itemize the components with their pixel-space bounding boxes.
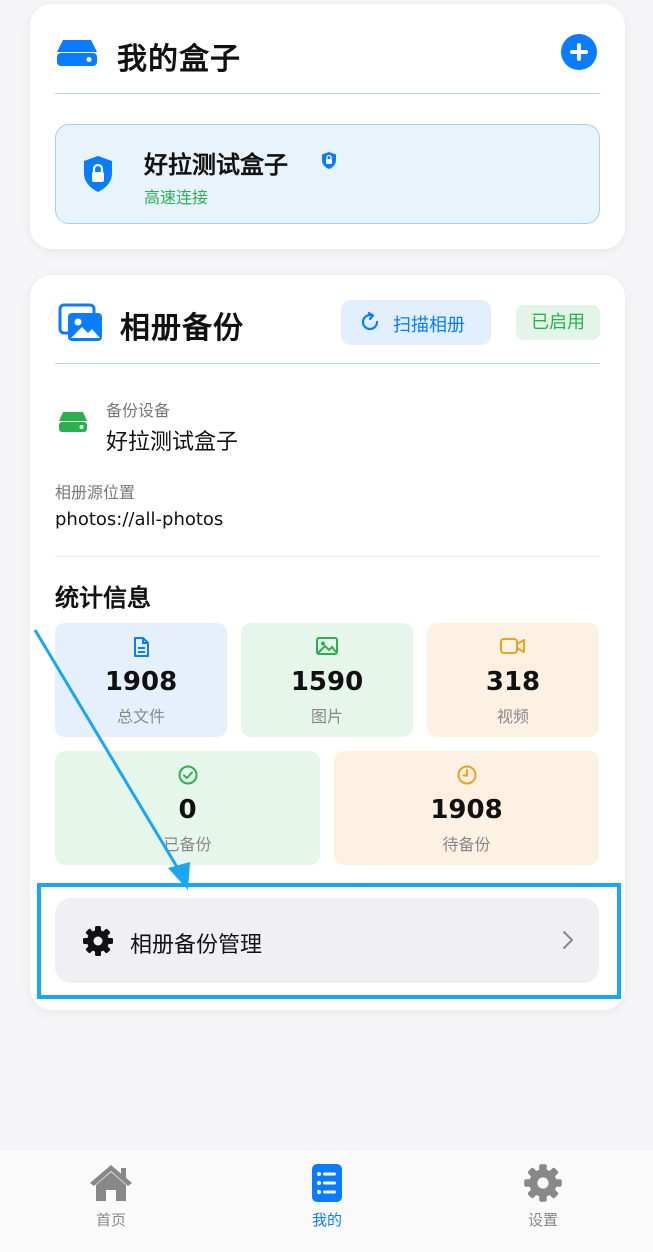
- stat-backed-up-value: 0: [178, 795, 197, 825]
- stat-total-value: 1908: [104, 667, 178, 697]
- tab-mine[interactable]: 我的: [282, 1163, 372, 1230]
- stat-pending-value: 1908: [430, 795, 503, 825]
- my-boxes-title: 我的盒子: [117, 42, 241, 77]
- settings-gear-icon: [524, 1164, 562, 1202]
- list-icon: [312, 1164, 342, 1202]
- device-name: 好拉测试盒子: [144, 151, 288, 179]
- my-boxes-card: 我的盒子 好拉测试盒子 高速连接: [30, 4, 625, 249]
- album-source-value: photos://all-photos: [55, 509, 224, 530]
- tab-mine-label: 我的: [311, 1211, 342, 1229]
- stat-backed-up-label: 已备份: [163, 835, 212, 854]
- album-backup-manage-button[interactable]: 相册备份管理: [55, 898, 599, 983]
- my-boxes-header: 我的盒子: [55, 4, 600, 94]
- tab-home-label: 首页: [95, 1211, 126, 1229]
- tab-settings-label: 设置: [527, 1211, 558, 1229]
- lock-badge-icon: [322, 152, 336, 169]
- stat-total-files: 1908 总文件: [55, 623, 227, 737]
- stat-pending-label: 待备份: [442, 835, 491, 854]
- stat-videos: 318 视频: [427, 623, 599, 737]
- divider: [55, 556, 600, 557]
- chevron-right-icon: [563, 931, 573, 949]
- album-source-label: 相册源位置: [55, 483, 136, 502]
- image-icon: [316, 637, 338, 655]
- stat-images-label: 图片: [310, 707, 343, 726]
- add-box-button[interactable]: [561, 34, 597, 70]
- stat-pending: 1908 待备份: [334, 751, 599, 865]
- album-backup-title: 相册备份: [120, 311, 244, 346]
- tab-bar: 首页 我的 设置: [0, 1150, 653, 1252]
- document-icon: [134, 637, 149, 657]
- enabled-badge: 已启用: [516, 305, 600, 340]
- stats-title: 统计信息: [55, 584, 151, 612]
- connection-status: 高速连接: [144, 188, 209, 207]
- shield-lock-icon: [84, 156, 112, 192]
- scan-album-label: 扫描相册: [393, 315, 465, 336]
- scan-album-button[interactable]: 扫描相册: [341, 300, 491, 345]
- album-backup-card: 相册备份 扫描相册 已启用 备份设备 好拉测试盒子 相册源位置 photos:/…: [30, 275, 625, 1010]
- backup-device-label: 备份设备: [106, 401, 171, 420]
- album-backup-manage-label: 相册备份管理: [130, 933, 263, 958]
- stat-backed-up: 0 已备份: [55, 751, 320, 865]
- backup-device-name: 好拉测试盒子: [106, 430, 239, 455]
- video-icon: [500, 638, 525, 654]
- home-icon: [90, 1165, 132, 1201]
- clock-icon: [457, 765, 476, 785]
- stat-videos-label: 视频: [496, 707, 529, 726]
- device-item[interactable]: 好拉测试盒子 高速连接: [55, 124, 600, 224]
- stat-videos-value: 318: [485, 667, 541, 697]
- photos-icon: [58, 303, 102, 341]
- album-backup-header: 相册备份 扫描相册 已启用: [55, 275, 600, 364]
- stat-images: 1590 图片: [241, 623, 413, 737]
- refresh-icon: [361, 311, 379, 331]
- check-circle-icon: [178, 765, 197, 785]
- drive-icon: [57, 40, 97, 66]
- stat-total-label: 总文件: [116, 707, 165, 726]
- drive-icon: [59, 412, 87, 432]
- tab-home[interactable]: 首页: [66, 1163, 156, 1230]
- stat-images-value: 1590: [290, 667, 364, 697]
- gear-icon: [83, 926, 113, 956]
- tab-settings[interactable]: 设置: [498, 1163, 588, 1230]
